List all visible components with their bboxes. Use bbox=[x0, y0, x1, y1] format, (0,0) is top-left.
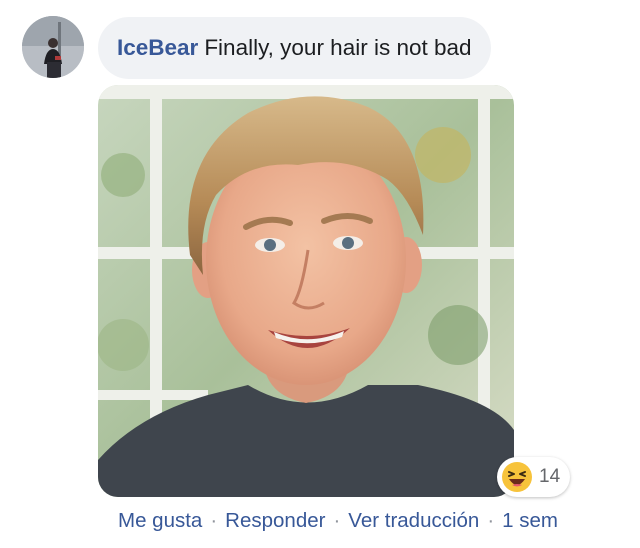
comment-container: IceBear Finally, your hair is not bad 14… bbox=[0, 0, 640, 548]
avatar-image bbox=[22, 16, 84, 78]
comment-photo[interactable] bbox=[98, 85, 514, 497]
reaction-summary[interactable]: 14 bbox=[497, 457, 571, 497]
reaction-count: 14 bbox=[539, 466, 561, 487]
see-translation-button[interactable]: Ver traducción bbox=[348, 509, 479, 533]
comment-author-link[interactable]: IceBear bbox=[117, 35, 198, 61]
separator: · bbox=[210, 509, 218, 532]
separator: · bbox=[333, 509, 341, 532]
comment-text: Finally, your hair is not bad bbox=[204, 35, 472, 60]
reply-button[interactable]: Responder bbox=[225, 509, 325, 533]
separator: · bbox=[487, 509, 495, 532]
comment-actions: Me gusta · Responder · Ver traducción · … bbox=[118, 509, 558, 533]
avatar[interactable] bbox=[22, 16, 84, 78]
photo-image bbox=[98, 85, 514, 497]
like-button[interactable]: Me gusta bbox=[118, 509, 202, 533]
haha-emoji-icon bbox=[502, 462, 532, 492]
comment-bubble: IceBear Finally, your hair is not bad bbox=[98, 17, 491, 79]
comment-timestamp[interactable]: 1 sem bbox=[502, 509, 558, 533]
